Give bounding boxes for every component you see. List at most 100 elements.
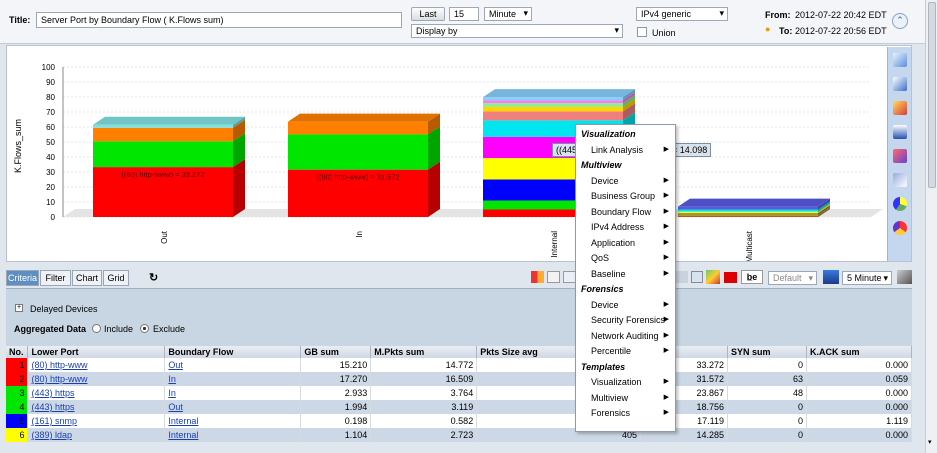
cell-boundary-flow-value[interactable]: Internal	[168, 430, 198, 440]
cell-boundary-flow-value[interactable]: Out	[168, 402, 183, 412]
menu-item[interactable]: Business Group ▶	[591, 191, 673, 201]
last-count-input[interactable]: 15	[449, 7, 479, 21]
cell-boundary-flow[interactable]: Out	[164, 358, 302, 372]
export-icon[interactable]	[706, 270, 720, 284]
cell-boundary-flow[interactable]: In	[164, 386, 302, 400]
cell-boundary-flow[interactable]: In	[164, 372, 302, 386]
cell-lower-port-value[interactable]: (80) http-www	[31, 374, 87, 384]
cell-boundary-flow-value[interactable]: In	[168, 374, 176, 384]
chart-type-toolbar	[887, 47, 911, 261]
col-header-boundary-flow[interactable]: Boundary Flow	[164, 346, 302, 358]
menu-item[interactable]: Forensics ▶	[591, 408, 673, 418]
menu-item[interactable]: Network Auditing ▶	[591, 331, 673, 341]
interval-select[interactable]: 5 Minute ▾	[842, 271, 892, 285]
table-row[interactable]: 5 (161) snmp Internal 0.198 0.582 17.119 0 1.11…	[6, 414, 913, 428]
color-bar-icon[interactable]	[724, 272, 737, 283]
tab-chart[interactable]: Chart	[72, 270, 102, 286]
cell-boundary-flow-value[interactable]: Out	[168, 360, 183, 370]
display-by-select[interactable]: Display by ▾	[411, 24, 623, 38]
cell-lower-port[interactable]: (80) http-www	[27, 372, 166, 386]
tab-grid[interactable]: Grid	[103, 270, 129, 286]
bar-chart-icon[interactable]	[893, 125, 907, 139]
bar-segment	[678, 209, 818, 212]
time-unit-select[interactable]: Minute ▾	[484, 7, 532, 21]
menu-label: Device	[591, 299, 619, 310]
exclude-radio[interactable]	[140, 324, 149, 333]
area-chart-icon[interactable]	[893, 77, 907, 91]
menu-item[interactable]: Visualization ▶	[591, 377, 673, 387]
table-row[interactable]: 4 (443) https Out 1.994 3.119 18.756 0 0.000	[6, 400, 913, 414]
collapse-icon[interactable]: ⌃	[892, 13, 908, 29]
menu-item[interactable]: Percentile ▶	[591, 346, 673, 356]
pie-3d-icon[interactable]	[893, 221, 907, 235]
menu-item[interactable]: IPv4 Address ▶	[591, 222, 673, 232]
menu-item[interactable]: Device ▶	[591, 300, 673, 310]
submenu-arrow-icon: ▶	[663, 238, 669, 246]
font-icon[interactable]: b̲e	[741, 270, 763, 284]
menu-item[interactable]: Device ▶	[591, 176, 673, 186]
y-tick-label: 80	[46, 93, 55, 102]
col-header-mpkts-sum[interactable]: M.Pkts sum	[370, 346, 478, 358]
title-input[interactable]: Server Port by Boundary Flow ( K.Flows s…	[36, 12, 402, 28]
col-header-no[interactable]: No.	[6, 346, 29, 358]
table-row[interactable]: 3 (443) https In 2.933 3.764 23.867 48 0.000	[6, 386, 913, 400]
col-header-gb-sum[interactable]: GB sum	[300, 346, 372, 358]
cell-lower-port[interactable]: (389) ldap	[27, 428, 166, 442]
search-icon[interactable]	[676, 271, 688, 283]
menu-item[interactable]: Multiview ▶	[591, 393, 673, 403]
ip-version-select[interactable]: IPv4 generic ▾	[636, 7, 728, 21]
stacked-3d-icon[interactable]	[893, 101, 907, 115]
menu-item[interactable]: Baseline ▶	[591, 269, 673, 279]
cell-lower-port[interactable]: (443) https	[27, 386, 166, 400]
table-row[interactable]: 1 (80) http-www Out 15.210 14.772 33.272 0 0.00…	[6, 358, 913, 372]
menu-item[interactable]: Boundary Flow ▶	[591, 207, 673, 217]
cell-lower-port[interactable]: (443) https	[27, 400, 166, 414]
col-header-kack-sum[interactable]: K.ACK sum	[806, 346, 913, 358]
table-row[interactable]: 6 (389) ldap Internal 1.104 2.723 405 14.285 0 0…	[6, 428, 913, 442]
cell-lower-port[interactable]: (161) snmp	[27, 414, 166, 428]
menu-label: Boundary Flow	[591, 206, 652, 217]
cell-lower-port-value[interactable]: (443) https	[31, 402, 74, 412]
tab-criteria[interactable]: Criteria	[6, 270, 39, 286]
expand-icon[interactable]: +	[15, 304, 23, 312]
cell-lower-port-value[interactable]: (80) http-www	[31, 360, 87, 370]
menu-item[interactable]: Application ▶	[591, 238, 673, 248]
cell-boundary-flow-value[interactable]: Internal	[168, 416, 198, 426]
page-scrollbar[interactable]: ▾	[925, 0, 937, 453]
cell-lower-port-value[interactable]: (161) snmp	[31, 416, 77, 426]
image-icon[interactable]	[691, 271, 703, 283]
menu-item[interactable]: Link Analysis ▶	[591, 145, 673, 155]
y-tick-label: 20	[46, 183, 55, 192]
pie-chart-icon[interactable]	[893, 197, 907, 211]
chevron-down-icon: ▾	[719, 8, 724, 18]
menu-item[interactable]: QoS ▶	[591, 253, 673, 263]
cell-boundary-flow-value[interactable]: In	[168, 388, 176, 398]
default-select[interactable]: Default ▾	[768, 271, 817, 285]
grid-color-icon[interactable]	[531, 271, 544, 283]
scroll-down-icon[interactable]: ▾	[928, 438, 932, 446]
bar-3d-icon[interactable]	[893, 149, 907, 163]
cell-boundary-flow[interactable]: Internal	[164, 428, 302, 442]
cell-lower-port-value[interactable]: (443) https	[31, 388, 74, 398]
default-select-value: Default	[773, 273, 802, 283]
include-radio[interactable]	[92, 324, 101, 333]
tab-filter[interactable]: Filter	[40, 270, 71, 286]
cell-lower-port-value[interactable]: (389) ldap	[31, 430, 72, 440]
cell-lower-port[interactable]: (80) http-www	[27, 358, 166, 372]
table-row[interactable]: 2 (80) http-www In 17.270 16.509 31.572 63 0.05…	[6, 372, 913, 386]
cell-boundary-flow[interactable]: Internal	[164, 414, 302, 428]
last-button[interactable]: Last	[411, 7, 445, 21]
menu-item[interactable]: Security Forensics ▶	[591, 315, 673, 325]
scrollbar-thumb[interactable]	[928, 2, 936, 188]
step-chart-icon[interactable]	[893, 173, 907, 187]
cell-gb-sum-value: 1.104	[344, 430, 368, 440]
union-checkbox[interactable]	[637, 27, 647, 37]
cell-boundary-flow[interactable]: Out	[164, 400, 302, 414]
col-header-syn-sum[interactable]: SYN sum	[727, 346, 807, 358]
line-chart-icon[interactable]	[893, 53, 907, 67]
refresh-icon[interactable]: ↻	[149, 271, 158, 284]
delayed-devices-label[interactable]: Delayed Devices	[30, 304, 98, 314]
columns-icon[interactable]	[547, 271, 560, 283]
col-header-lower-port[interactable]: Lower Port	[27, 346, 166, 358]
settings-icon[interactable]	[897, 270, 912, 284]
